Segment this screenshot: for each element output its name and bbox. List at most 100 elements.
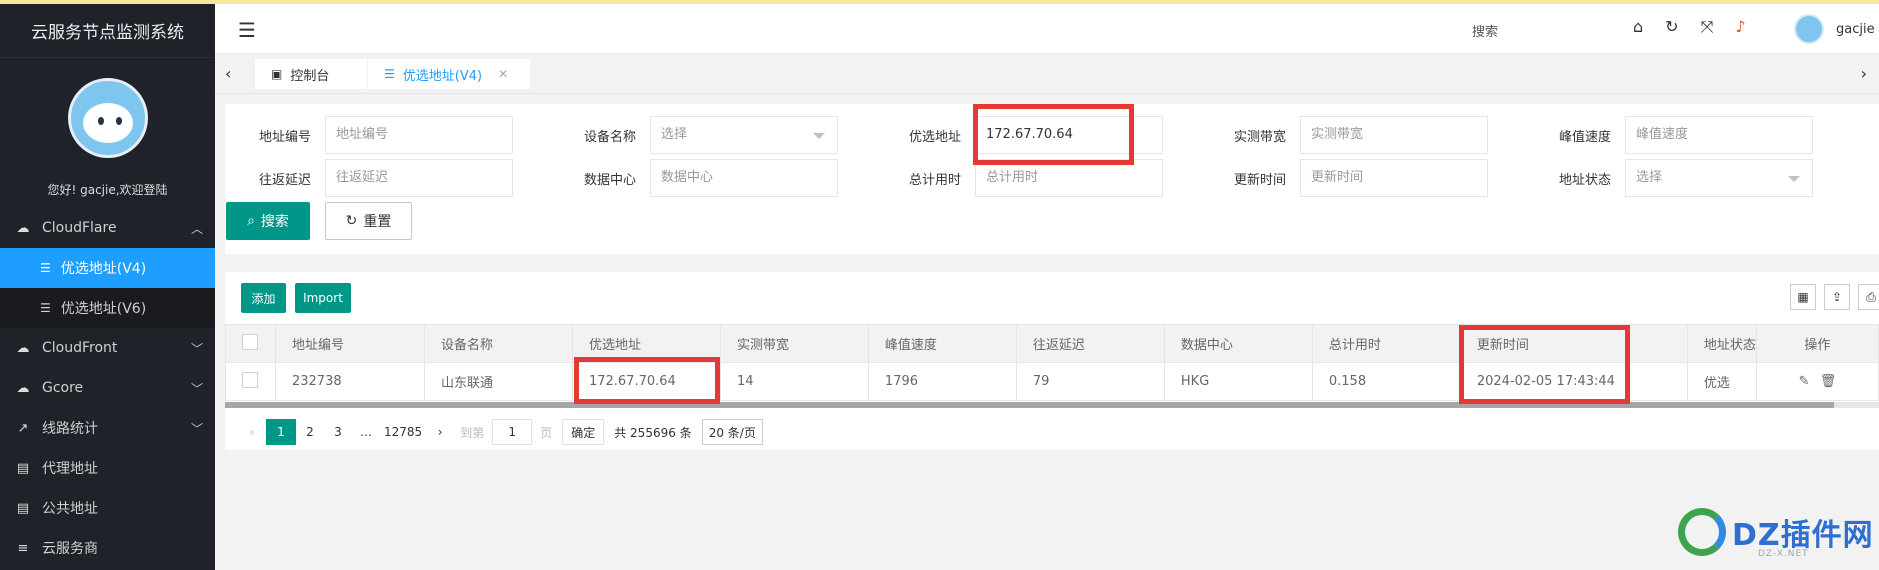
- book-icon: ▤: [16, 460, 30, 476]
- sidebar-item-proxy[interactable]: ▤ 代理地址: [0, 448, 215, 488]
- filter-label: 往返延迟: [258, 172, 311, 188]
- page-button[interactable]: 12785: [380, 419, 426, 445]
- prev-page-icon[interactable]: ‹: [238, 419, 266, 445]
- column-header[interactable]: 总计用时: [1311, 324, 1461, 363]
- column-header[interactable]: 实测带宽: [719, 324, 869, 363]
- chevron-left-icon[interactable]: ‹: [225, 64, 231, 83]
- device-name-select[interactable]: 选择: [650, 116, 838, 154]
- chevron-right-icon[interactable]: ›: [1861, 64, 1867, 83]
- row-checkbox[interactable]: [242, 371, 258, 388]
- column-header[interactable]: 设备名称: [423, 324, 573, 363]
- export-icon[interactable]: ⇪: [1824, 284, 1850, 310]
- watermark-logo-icon: [1678, 508, 1726, 556]
- sidebar-item-ipv4[interactable]: ☰ 优选地址(V4): [0, 248, 215, 288]
- filter-label: 优选地址: [908, 129, 961, 145]
- filter-label: 数据中心: [583, 172, 636, 188]
- total-time-input[interactable]: 总计用时: [975, 159, 1163, 197]
- sidebar-item-line-stats[interactable]: ↗ 线路统计 ﹀: [0, 408, 215, 448]
- page-ellipsis: …: [360, 425, 372, 439]
- sidebar-item-cloudflare[interactable]: ☁ CloudFlare ︿: [0, 208, 215, 248]
- column-header: 操作: [1755, 324, 1879, 363]
- avatar[interactable]: [67, 78, 148, 158]
- preferred-address-input[interactable]: 172.67.70.64: [975, 116, 1163, 154]
- user-name: gacjie: [1836, 21, 1875, 37]
- book-icon: ▤: [16, 500, 30, 516]
- server-icon: ≡: [17, 540, 29, 556]
- column-header[interactable]: 往返延迟: [1015, 324, 1165, 363]
- total-count: 共 255696 条: [614, 425, 692, 440]
- table-cell: 山东联通: [423, 362, 573, 401]
- datacenter-input[interactable]: 数据中心: [650, 159, 838, 197]
- data-table: 地址编号 设备名称 优选地址 实测带宽 峰值速度 往返延迟 数据中心 总计用时 …: [225, 324, 1879, 401]
- refresh-icon[interactable]: ↻: [1665, 17, 1678, 37]
- goto-page-input[interactable]: 1: [492, 419, 533, 445]
- confirm-button[interactable]: 确定: [562, 419, 605, 445]
- page-suffix: 页: [540, 425, 553, 440]
- search-icon: ⌕: [247, 213, 255, 229]
- sidebar: 云服务节点监测系统 您好! gacjie,欢迎登陆 ☁ CloudFlare ︿…: [0, 4, 215, 570]
- update-time-input[interactable]: 更新时间: [1300, 159, 1488, 197]
- bell-icon[interactable]: ♪: [1735, 17, 1745, 37]
- table-cell: 优选: [1686, 362, 1757, 401]
- filter-label: 更新时间: [1233, 172, 1286, 188]
- caret-down-icon: [813, 133, 825, 139]
- sidebar-item-gcore[interactable]: ☁ Gcore ﹀: [0, 368, 215, 408]
- table-cell: 232738: [274, 362, 425, 401]
- fullscreen-icon[interactable]: ⤧: [1701, 17, 1714, 37]
- latency-input[interactable]: 往返延迟: [325, 159, 513, 197]
- table-card: 添加 Import ▦ ⇪ ⎙ 地址编号 设备名称 优选地址 实测带宽 峰值速度…: [225, 272, 1879, 450]
- page-size-select[interactable]: 20 条/页: [701, 419, 763, 445]
- table-row: 232738 山东联通 172.67.70.64 14 1796 79 HKG …: [225, 362, 1879, 401]
- scrollbar[interactable]: [225, 402, 1834, 408]
- column-header[interactable]: 数据中心: [1163, 324, 1313, 363]
- column-header[interactable]: 地址状态: [1686, 324, 1757, 363]
- address-id-input[interactable]: 地址编号: [325, 116, 513, 154]
- bandwidth-input[interactable]: 实测带宽: [1300, 116, 1488, 154]
- pagination: ‹ 1 2 3 … 12785 › 到第 1 页 确定 共 255696 条 2…: [238, 418, 763, 446]
- print-icon[interactable]: ⎙: [1858, 284, 1879, 310]
- filter-label: 总计用时: [908, 172, 961, 188]
- home-icon[interactable]: ⌂: [1633, 17, 1643, 37]
- page-button[interactable]: 1: [266, 419, 296, 445]
- tab-ipv4[interactable]: ☰ 优选地址(V4) ✕: [368, 59, 530, 89]
- tab-dashboard[interactable]: ▣ 控制台: [255, 59, 367, 89]
- menu-toggle-icon[interactable]: ☰: [238, 18, 256, 42]
- close-icon[interactable]: ✕: [498, 67, 508, 81]
- watermark-text: DZ插件网: [1732, 518, 1874, 553]
- goto-label: 到第: [460, 425, 485, 440]
- header-search[interactable]: 搜索: [1472, 21, 1498, 40]
- watermark-sub: DZ-X.NET: [1758, 549, 1809, 559]
- next-page-icon[interactable]: ›: [426, 419, 454, 445]
- column-header[interactable]: 更新时间: [1459, 324, 1688, 363]
- sidebar-item-ipv6[interactable]: ☰ 优选地址(V6): [0, 288, 215, 328]
- tabs-bar: ‹ ▣ 控制台 ☰ 优选地址(V4) ✕ ›: [215, 54, 1879, 94]
- user-menu[interactable]: gacjie: [1794, 14, 1875, 44]
- peak-speed-input[interactable]: 峰值速度: [1625, 116, 1813, 154]
- sidebar-item-label: CloudFlare: [42, 220, 117, 236]
- select-all-checkbox[interactable]: [242, 333, 258, 350]
- column-header[interactable]: 优选地址: [571, 324, 721, 363]
- page-button[interactable]: 2: [296, 419, 324, 445]
- sidebar-item-label: 云服务商: [42, 541, 98, 557]
- avatar: [1794, 14, 1824, 44]
- reset-button[interactable]: ↻ 重置: [325, 202, 412, 240]
- table-cell: 0.158: [1311, 362, 1461, 401]
- delete-icon[interactable]: 🗑: [1820, 374, 1837, 389]
- sidebar-item-cloudfront[interactable]: ☁ CloudFront ﹀: [0, 328, 215, 368]
- sidebar-item-public[interactable]: ▤ 公共地址: [0, 488, 215, 528]
- address-status-select[interactable]: 选择: [1625, 159, 1813, 197]
- import-button[interactable]: Import: [295, 283, 351, 313]
- cloud-icon: ☁: [16, 340, 30, 356]
- sidebar-item-providers[interactable]: ≡ 云服务商: [0, 528, 215, 568]
- columns-icon[interactable]: ▦: [1790, 284, 1816, 310]
- chevron-down-icon: ﹀: [190, 341, 203, 356]
- table-cell: 14: [719, 362, 869, 401]
- search-button[interactable]: ⌕ 搜索: [226, 202, 310, 240]
- edit-icon[interactable]: ✎: [1799, 374, 1810, 389]
- add-button[interactable]: 添加: [241, 283, 286, 313]
- page-button[interactable]: 3: [324, 419, 352, 445]
- column-header[interactable]: 峰值速度: [867, 324, 1017, 363]
- filter-label: 峰值速度: [1558, 129, 1611, 145]
- list-icon: ☰: [40, 301, 51, 315]
- column-header[interactable]: 地址编号: [274, 324, 425, 363]
